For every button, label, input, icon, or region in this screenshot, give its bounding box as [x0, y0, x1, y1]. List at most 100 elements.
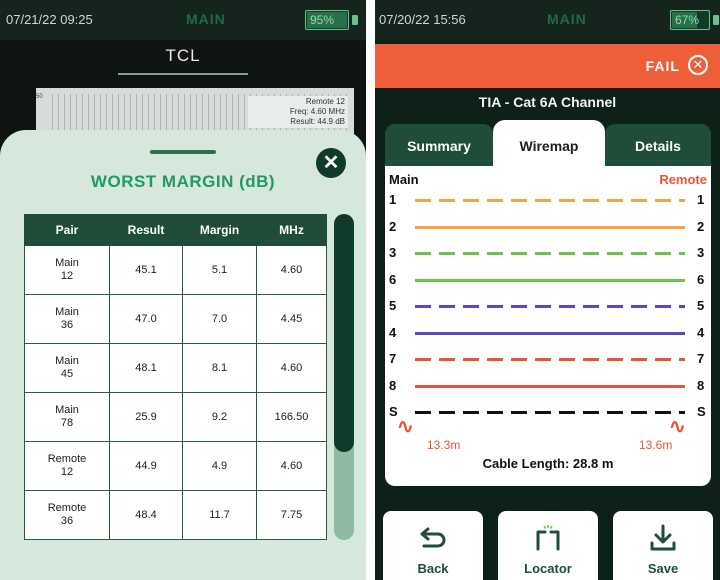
pair-side: Main	[55, 257, 79, 269]
margin-cell: 4.9	[182, 441, 257, 491]
battery-percent: 67%	[675, 13, 700, 27]
left-distance: 13.3m	[427, 438, 461, 452]
wire-pin-main: 1	[389, 192, 397, 207]
table-row[interactable]: Main 12 45.1 5.1 4.60	[24, 245, 327, 295]
table-header-row: Pair Result Margin MHz	[24, 214, 327, 246]
wire-line	[415, 411, 685, 414]
mhz-cell: 4.60	[256, 343, 327, 393]
wiremap-panel: Main Remote 1122336655447788SS ∿ ∿ 13.3m…	[385, 166, 711, 486]
tab-wiremap[interactable]: Wiremap	[493, 120, 605, 170]
pair-number: 36	[60, 319, 74, 331]
mhz-cell: 166.50	[256, 392, 327, 442]
sheet-drag-handle[interactable]	[150, 150, 216, 154]
pair-cell: Main 45	[24, 343, 110, 393]
margin-cell: 8.1	[182, 343, 257, 393]
chart-axis-label: 50	[36, 94, 43, 100]
battery-icon-tip	[713, 15, 719, 25]
tooltip-line-2: Freq: 4.60 MHz	[289, 107, 345, 116]
back-label: Back	[417, 561, 449, 576]
wire-pin-main: 6	[389, 271, 397, 287]
table-row[interactable]: Main 36 47.0 7.0 4.45	[24, 294, 327, 344]
pair-cell: Main 36	[24, 294, 110, 344]
mhz-cell: 7.75	[256, 490, 327, 540]
battery-indicator: 67%	[670, 10, 710, 30]
test-limit-title: TIA - Cat 6A Channel	[478, 94, 617, 110]
chart-tooltip: Remote 12 Freq: 4.60 MHz Result: 44.9 dB	[248, 96, 348, 128]
locator-button[interactable]: Locator	[498, 511, 598, 580]
cable-length: Cable Length: 28.8 m	[482, 456, 614, 471]
result-cell: 45.1	[109, 245, 183, 295]
tab-details[interactable]: Details	[605, 124, 711, 168]
status-datetime: 07/20/22 15:56	[379, 12, 466, 27]
wire-pin-remote: 2	[697, 218, 705, 234]
status-bar: 07/20/22 15:56 MAIN 67%	[375, 0, 720, 40]
wire-pin-main: 8	[389, 377, 397, 393]
fail-label: FAIL	[645, 58, 680, 74]
wire-line	[415, 305, 685, 308]
fail-banner[interactable]: FAIL ✕	[375, 44, 720, 88]
download-icon	[650, 524, 676, 551]
margin-cell: 7.0	[182, 294, 257, 344]
remote-end-label: Remote	[659, 172, 707, 187]
wire-pin-main: 2	[389, 218, 397, 234]
wire-line	[415, 225, 685, 229]
pair-number: 78	[60, 417, 74, 429]
wire-line	[415, 252, 685, 255]
wire-line	[415, 384, 685, 388]
wire-pin-main: 7	[389, 351, 397, 366]
locator-label: Locator	[524, 561, 572, 576]
wire-pin-remote: 6	[697, 271, 705, 287]
margin-cell: 11.7	[182, 490, 257, 540]
locator-icon	[536, 525, 560, 551]
pair-cell: Main 12	[24, 245, 110, 295]
table-row[interactable]: Main 78 25.9 9.2 166.50	[24, 392, 327, 442]
wire-line	[415, 199, 685, 202]
left-screen: 07/21/22 09:25 MAIN 95% TCL 50 Remote 12…	[0, 0, 366, 580]
status-bar: 07/21/22 09:25 MAIN 95%	[0, 0, 366, 40]
status-mode: MAIN	[186, 11, 226, 27]
wire-line	[415, 331, 685, 335]
battery-indicator: 95%	[305, 10, 349, 30]
pair-side: Remote	[47, 502, 87, 514]
column-header-pair: Pair	[24, 214, 110, 246]
result-cell: 44.9	[109, 441, 183, 491]
wire-pin-remote: 1	[697, 192, 705, 207]
wire-pin-main: 4	[389, 324, 397, 340]
table-row[interactable]: Main 45 48.1 8.1 4.60	[24, 343, 327, 393]
wire-pin-main: 3	[389, 245, 397, 260]
table-row[interactable]: Remote 12 44.9 4.9 4.60	[24, 441, 327, 491]
wire-pin-remote: S	[697, 404, 706, 419]
pair-side: Remote	[47, 453, 87, 465]
tab-summary[interactable]: Summary	[385, 124, 493, 168]
back-button[interactable]: Back	[383, 511, 483, 580]
pair-cell: Remote 12	[24, 441, 110, 491]
margin-cell: 9.2	[182, 392, 257, 442]
status-mode: MAIN	[547, 11, 587, 27]
wire-pin-remote: 8	[697, 377, 705, 393]
mhz-cell: 4.60	[256, 245, 327, 295]
scrollbar-thumb[interactable]	[334, 214, 354, 452]
back-arrow-icon	[420, 527, 446, 548]
wire-pin-remote: 7	[697, 351, 705, 366]
pair-side: Main	[55, 306, 79, 318]
battery-percent: 95%	[310, 13, 335, 27]
pair-number: 36	[60, 515, 74, 527]
right-distance: 13.6m	[639, 438, 673, 452]
result-cell: 25.9	[109, 392, 183, 442]
tooltip-line-3: Result: 44.9 dB	[290, 117, 345, 126]
save-label: Save	[647, 561, 679, 576]
table-row[interactable]: Remote 36 48.4 11.7 7.75	[24, 490, 327, 540]
split-fault-right-icon: ∿	[669, 416, 686, 438]
worst-margin-table: Pair Result Margin MHz Main 12 45.1 5.1 4…	[24, 214, 327, 540]
wire-pin-remote: 3	[697, 245, 705, 260]
pair-side: Main	[55, 355, 79, 367]
tooltip-line-1: Remote 12	[305, 97, 345, 106]
mhz-cell: 4.45	[256, 294, 327, 344]
pair-cell: Main 78	[24, 392, 110, 442]
result-cell: 48.4	[109, 490, 183, 540]
column-header-mhz: MHz	[256, 214, 327, 246]
save-button[interactable]: Save	[613, 511, 713, 580]
result-cell: 48.1	[109, 343, 183, 393]
wire-pin-remote: 5	[697, 298, 705, 313]
column-header-margin: Margin	[182, 214, 257, 246]
